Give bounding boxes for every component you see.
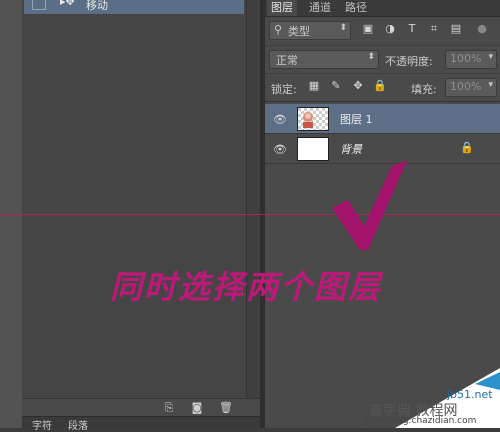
filter-toggle-icon[interactable]: ● [475, 22, 489, 36]
search-icon: ⚲ [274, 23, 283, 36]
trash-icon[interactable]: 🗑 [219, 401, 233, 414]
text-filter-icon[interactable]: T [405, 22, 419, 36]
lock-brush-icon[interactable]: ✎ [329, 79, 343, 93]
layer-thumbnail [297, 107, 329, 131]
layer-filter-select[interactable]: ⚲ 类型 ⬍ [269, 21, 351, 40]
tab-character[interactable]: 字符 [32, 417, 52, 432]
tab-layers[interactable]: 图层 [267, 0, 297, 16]
chevron-down-icon: ▾ [488, 52, 493, 62]
lock-row: 锁定: ▦ ✎ ✥ 🔒 填充: 100% ▾ [265, 73, 500, 100]
history-snapshot-checkbox[interactable] [32, 0, 46, 10]
lock-icon: 🔒 [460, 141, 474, 154]
opacity-field[interactable]: 100% ▾ [445, 50, 497, 69]
eye-icon[interactable]: 👁 [273, 113, 287, 126]
camera-icon[interactable]: ◙ [190, 401, 204, 414]
lock-transparent-icon[interactable]: ▦ [307, 79, 321, 93]
new-snapshot-icon[interactable]: ⎘ [162, 401, 176, 414]
filter-label: 类型 [288, 25, 310, 38]
eye-icon[interactable]: 👁 [273, 143, 287, 156]
history-footer: ⎘ ◙ 🗑 [22, 398, 260, 417]
history-scrollbar[interactable] [246, 0, 261, 400]
fill-field[interactable]: 100% ▾ [445, 78, 497, 97]
smart-object-filter-icon[interactable]: ▤ [449, 22, 463, 36]
blend-mode-select[interactable]: 正常 ⬍ [269, 50, 379, 69]
annotation-text: 同时选择两个图层 [110, 268, 383, 306]
watermark-url: jiaocheng.chazidian.com [365, 416, 477, 426]
lock-all-icon[interactable]: 🔒 [373, 79, 387, 93]
history-item-move[interactable]: ▸✥ 移动 [24, 0, 244, 14]
blend-row: 正常 ⬍ 不透明度: 100% ▾ [265, 45, 500, 72]
history-item-label: 移动 [86, 0, 108, 12]
fill-value: 100% [450, 80, 482, 93]
tab-paragraph[interactable]: 段落 [68, 417, 88, 432]
move-tool-icon: ▸✥ [60, 0, 75, 8]
shape-filter-icon[interactable]: ⌗ [427, 22, 441, 36]
pixel-filter-icon[interactable]: ▣ [361, 22, 375, 36]
tab-paths[interactable]: 路径 [341, 0, 371, 16]
tab-channels[interactable]: 通道 [305, 0, 335, 16]
layers-panel-tabbar: 图层 通道 路径 [265, 0, 500, 17]
layer-filter-row: ⚲ 类型 ⬍ ▣ ◑ T ⌗ ▤ ● [265, 17, 500, 43]
opacity-value: 100% [450, 52, 482, 65]
layer-thumbnail [297, 137, 329, 161]
layer-row-layer-1[interactable]: 👁 图层 1 [265, 104, 500, 134]
layers-list: 👁 图层 1 👁 背景 🔒 [265, 101, 500, 164]
lock-position-icon[interactable]: ✥ [351, 79, 365, 93]
blend-mode-value: 正常 [276, 54, 298, 67]
lock-label: 锁定: [271, 83, 297, 96]
adjustment-filter-icon[interactable]: ◑ [383, 22, 397, 36]
chevron-down-icon: ⬍ [367, 52, 375, 62]
watermark: jb51.net 查字典 教程网 jiaocheng.chazidian.com [355, 368, 500, 428]
chevron-down-icon: ⬍ [339, 23, 347, 33]
character-panel-tabs: 字符 段落 [22, 416, 260, 432]
fill-label: 填充: [411, 83, 437, 96]
chevron-down-icon: ▾ [488, 80, 493, 90]
layer-name: 背景 [340, 143, 362, 156]
layer-name: 图层 1 [340, 113, 373, 126]
opacity-label: 不透明度: [385, 55, 433, 68]
guide-line [0, 214, 500, 215]
checkmark-icon [332, 160, 408, 250]
